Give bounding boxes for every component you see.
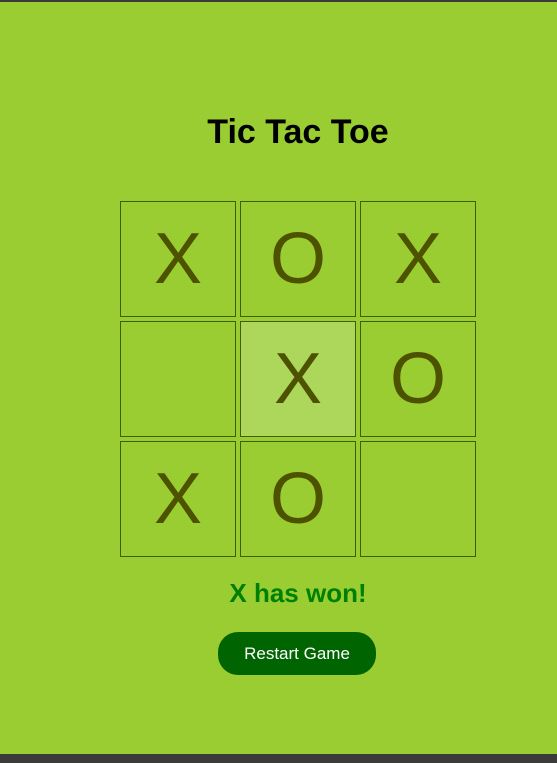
- board-cell-4[interactable]: [120, 321, 236, 437]
- board-cell-3[interactable]: X: [360, 201, 476, 317]
- board-cell-6[interactable]: O: [360, 321, 476, 437]
- game-status-message: X has won!: [229, 578, 367, 608]
- game-board: X O X X O X O: [120, 201, 476, 557]
- board-cell-2[interactable]: O: [240, 201, 356, 317]
- restart-game-button[interactable]: Restart Game: [218, 632, 376, 675]
- board-cell-9[interactable]: [360, 441, 476, 557]
- board-cell-8[interactable]: O: [240, 441, 356, 557]
- board-cell-1[interactable]: X: [120, 201, 236, 317]
- board-cell-7[interactable]: X: [120, 441, 236, 557]
- page-title: Tic Tac Toe: [207, 113, 389, 151]
- window-top-border: [0, 0, 557, 2]
- window-bottom-bar: [0, 754, 557, 763]
- board-cell-5[interactable]: X: [240, 321, 356, 437]
